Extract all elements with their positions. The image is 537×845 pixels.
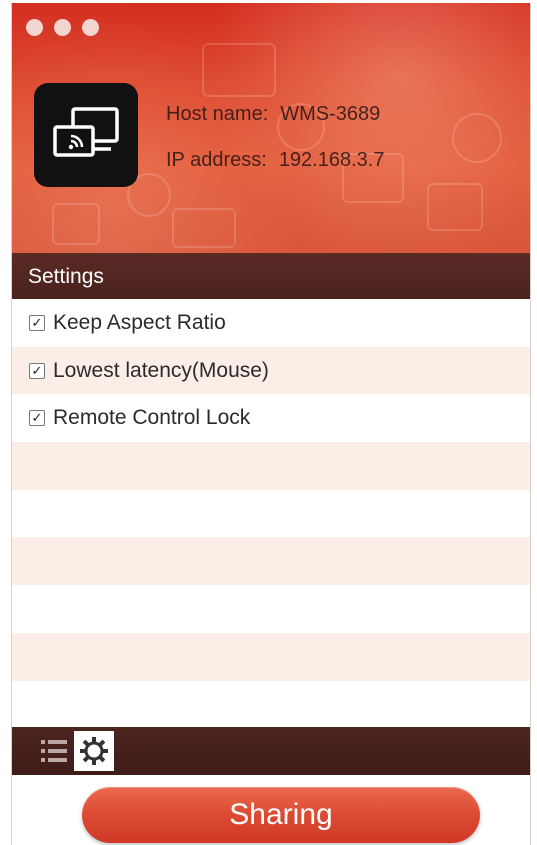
host-info: Host name: WMS-3689 IP address: 192.168.3.… <box>166 103 384 195</box>
settings-tab-button[interactable] <box>74 731 114 771</box>
lowest-latency-label: Lowest latency(Mouse) <box>53 358 269 382</box>
empty-row <box>12 632 530 681</box>
setting-keep-aspect-ratio[interactable]: ✓ Keep Aspect Ratio <box>12 299 530 347</box>
screen-cast-icon <box>34 83 138 187</box>
list-view-button[interactable] <box>34 731 74 771</box>
settings-header: Settings <box>12 253 530 299</box>
bottom-toolbar <box>12 727 530 775</box>
minimize-window-button[interactable] <box>54 19 71 36</box>
empty-row <box>12 489 530 538</box>
window-controls <box>26 19 99 36</box>
keep-aspect-ratio-checkbox[interactable]: ✓ <box>29 314 45 331</box>
empty-row <box>12 442 530 490</box>
sharing-button[interactable]: Sharing <box>82 787 480 843</box>
lowest-latency-checkbox[interactable]: ✓ <box>29 362 45 379</box>
background-cloud-icon <box>172 208 236 248</box>
ip-address-label: IP address: <box>166 149 267 171</box>
header: Host name: WMS-3689 IP address: 192.168.3.… <box>12 3 530 253</box>
empty-row <box>12 680 530 729</box>
ip-address-line: IP address: 192.168.3.7 <box>166 149 384 171</box>
host-name-label: Host name: <box>166 103 269 125</box>
close-window-button[interactable] <box>26 19 43 36</box>
host-name-value: WMS-3689 <box>280 103 381 125</box>
settings-title: Settings <box>28 265 104 288</box>
setting-lowest-latency[interactable]: ✓ Lowest latency(Mouse) <box>12 346 530 395</box>
footer: Sharing <box>12 775 530 845</box>
host-name-line: Host name: WMS-3689 <box>166 103 384 125</box>
empty-row <box>12 537 530 586</box>
background-signal-icon <box>52 203 100 245</box>
empty-row <box>12 585 530 633</box>
background-gear-icon <box>452 113 502 163</box>
remote-control-lock-checkbox[interactable]: ✓ <box>29 410 45 427</box>
ip-address-value: 192.168.3.7 <box>278 149 385 171</box>
remote-control-lock-label: Remote Control Lock <box>53 406 251 430</box>
list-icon <box>41 740 67 762</box>
app-window: Host name: WMS-3689 IP address: 192.168.3.… <box>11 3 531 845</box>
settings-list: ✓ Keep Aspect Ratio ✓ Lowest latency(Mou… <box>12 299 530 729</box>
background-monitor-icon <box>202 43 276 97</box>
gear-icon <box>80 737 108 765</box>
keep-aspect-ratio-label: Keep Aspect Ratio <box>53 310 226 334</box>
setting-remote-control-lock[interactable]: ✓ Remote Control Lock <box>12 394 530 443</box>
zoom-window-button[interactable] <box>82 19 99 36</box>
background-thumbs-up-icon <box>427 183 483 231</box>
